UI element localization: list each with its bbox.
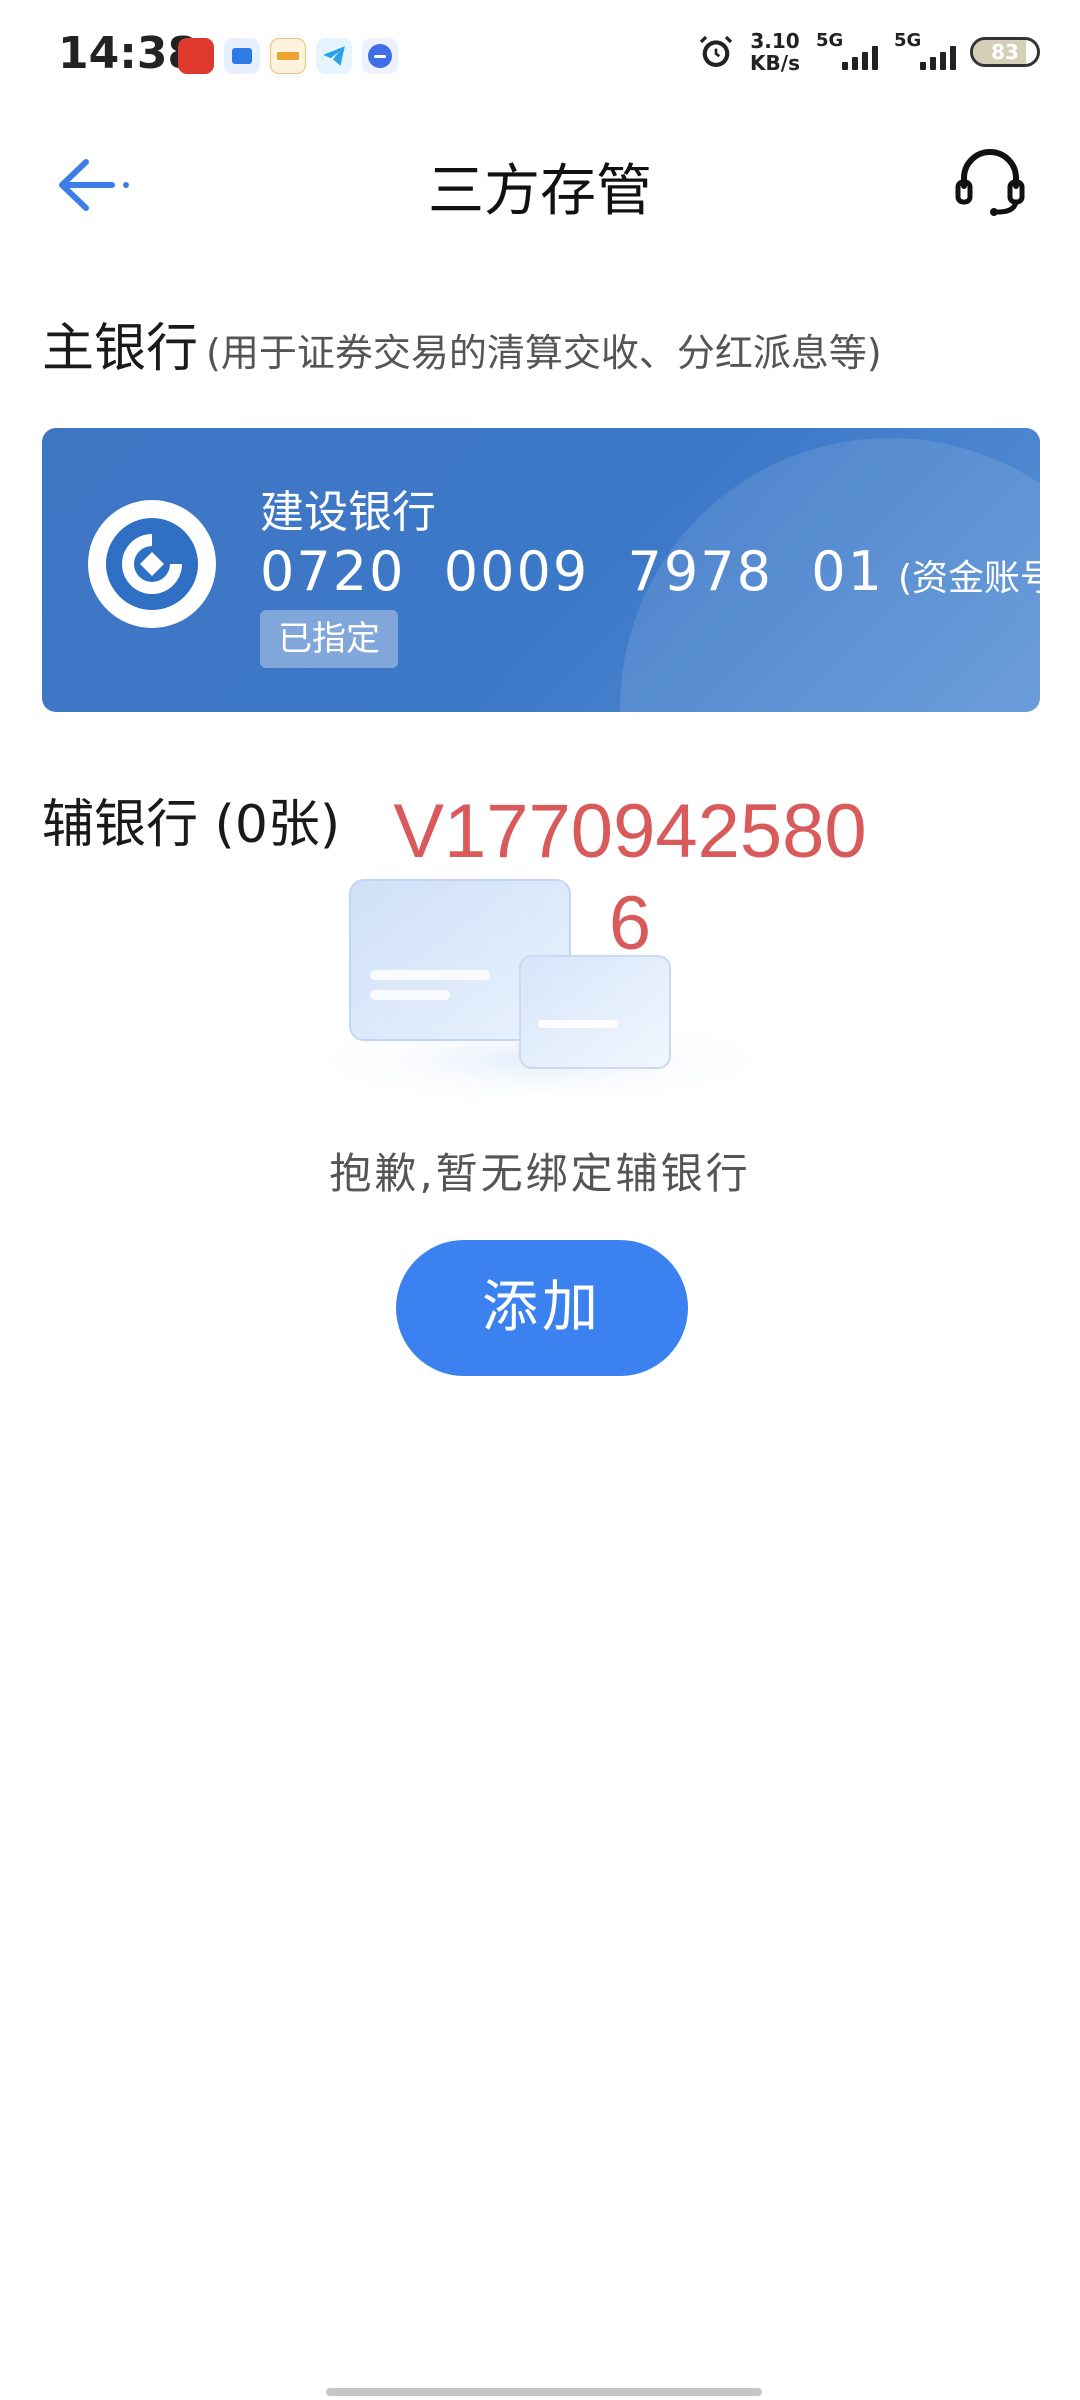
notification-icons bbox=[178, 38, 398, 74]
signal-sim1-icon: 5G bbox=[814, 30, 878, 74]
watermark-line-2: 6 bbox=[608, 881, 652, 966]
customer-service-button[interactable] bbox=[950, 142, 1030, 222]
watermark-line-1: V1770942580 bbox=[393, 789, 867, 874]
message-icon bbox=[362, 38, 398, 74]
status-badge: 已指定 bbox=[260, 610, 398, 668]
main-bank-title: 主银行 bbox=[42, 319, 199, 379]
home-indicator[interactable] bbox=[326, 2388, 762, 2396]
status-bar: 14:38 3.10 KB/s 5G 5G 83 bbox=[0, 0, 1080, 110]
network-speed: 3.10 KB/s bbox=[750, 30, 800, 74]
battery-text: 83 bbox=[991, 40, 1019, 64]
account-row: 0720 0009 7978 01 (资金账号) bbox=[260, 540, 1040, 603]
headset-icon bbox=[955, 149, 1025, 216]
sim2-label: 5G bbox=[894, 30, 922, 51]
watermark-text: V1770942580 6 bbox=[360, 786, 900, 970]
main-bank-header: 主银行 (用于证券交易的清算交收、分红派息等) bbox=[42, 306, 882, 381]
battery-icon: 83 bbox=[970, 37, 1040, 67]
account-type-note: (资金账号) bbox=[897, 558, 1040, 599]
main-bank-card[interactable]: 建设银行 0720 0009 7978 01 (资金账号) 已指定 bbox=[42, 428, 1040, 712]
ccb-logo-mark bbox=[106, 518, 198, 610]
account-number: 0720 0009 7978 01 bbox=[260, 540, 884, 603]
app-icon-orange bbox=[270, 38, 306, 74]
nav-bar: 三方存管 bbox=[0, 110, 1080, 250]
speed-unit: KB/s bbox=[750, 51, 800, 75]
bank-name: 建设银行 bbox=[260, 487, 436, 538]
empty-state-message: 抱歉,暂无绑定辅银行 bbox=[329, 1149, 751, 1198]
add-button[interactable]: 添加 bbox=[396, 1240, 688, 1376]
secondary-bank-title: 辅银行 (0张) bbox=[42, 795, 341, 855]
app-icon-red bbox=[178, 38, 214, 74]
sim1-label: 5G bbox=[816, 30, 844, 51]
speed-value: 3.10 bbox=[750, 29, 800, 53]
app-icon-blue bbox=[224, 38, 260, 74]
alarm-clock-icon bbox=[699, 35, 733, 67]
telegram-icon bbox=[316, 38, 352, 74]
signal-sim2-icon: 5G bbox=[892, 30, 956, 74]
main-bank-subtitle: (用于证券交易的清算交收、分红派息等) bbox=[206, 331, 882, 375]
ccb-bank-logo-icon bbox=[88, 500, 216, 628]
page-title: 三方存管 bbox=[428, 159, 652, 224]
status-right: 3.10 KB/s 5G 5G 83 bbox=[696, 30, 1040, 74]
